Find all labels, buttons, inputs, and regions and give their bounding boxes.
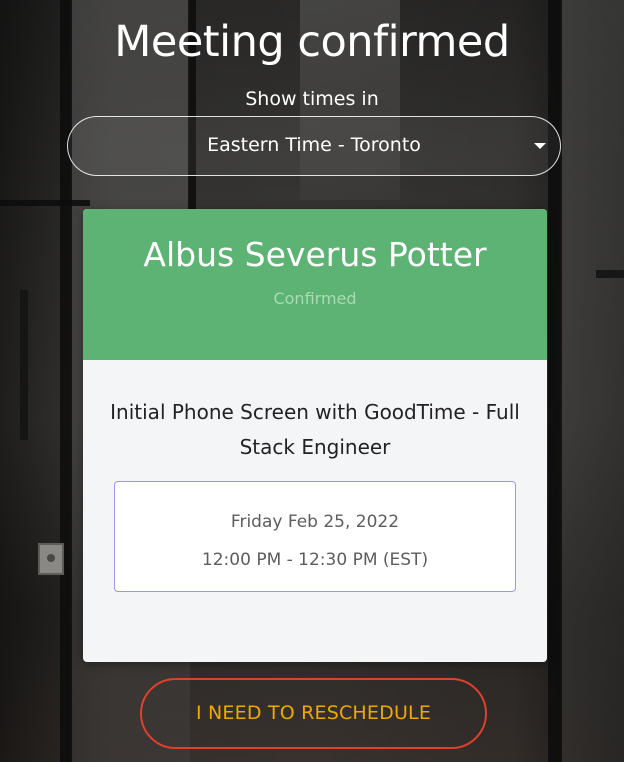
card-header: Albus Severus Potter Confirmed xyxy=(83,209,547,360)
reschedule-button-label: I NEED TO RESCHEDULE xyxy=(195,702,432,724)
candidate-name: Albus Severus Potter xyxy=(143,235,487,274)
status-text: Confirmed xyxy=(273,289,357,308)
caret-down-icon xyxy=(534,143,546,149)
meeting-time-box: Friday Feb 25, 2022 12:00 PM - 12:30 PM … xyxy=(114,481,516,592)
meeting-date: Friday Feb 25, 2022 xyxy=(230,512,400,532)
timezone-label: Show times in xyxy=(245,88,379,110)
wall-switch xyxy=(38,543,64,575)
page-title: Meeting confirmed xyxy=(114,17,510,67)
timezone-select[interactable]: Eastern Time - Toronto xyxy=(67,116,561,176)
timezone-selected-value: Eastern Time - Toronto xyxy=(207,134,421,156)
meeting-card: Albus Severus Potter Confirmed Initial P… xyxy=(83,209,547,662)
meeting-time: 12:00 PM - 12:30 PM (EST) xyxy=(201,550,429,570)
reschedule-button[interactable]: I NEED TO RESCHEDULE xyxy=(140,678,487,749)
meeting-title: Initial Phone Screen with GoodTime - Ful… xyxy=(110,400,520,459)
